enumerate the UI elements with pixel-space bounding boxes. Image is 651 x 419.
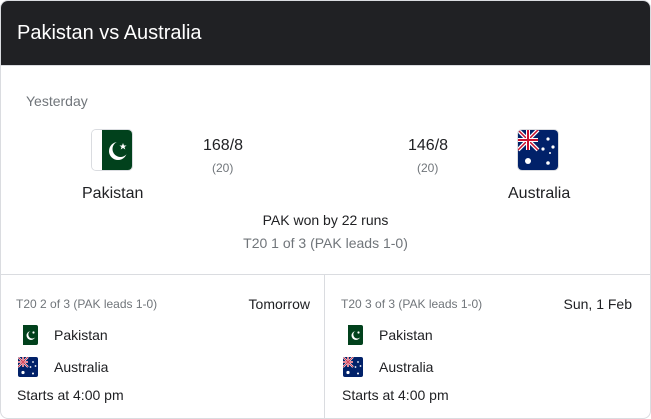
last-match-panel[interactable]: Yesterday Pakistan 168/8 (20) 146/8 (20) (1, 66, 650, 275)
fixture-date: Sun, 1 Feb (563, 296, 633, 312)
team2-score: 146/8 (408, 137, 449, 154)
fixture-date: Tomorrow (248, 296, 310, 312)
australia-flag-icon (18, 357, 38, 377)
fixture-start-time: Starts at 4:00 pm (17, 387, 124, 403)
team2-overs: (20) (417, 161, 439, 175)
team1-overs: (20) (212, 161, 234, 175)
fixture-series: T20 2 of 3 (PAK leads 1-0) (16, 297, 158, 311)
card-header: Pakistan vs Australia (1, 1, 650, 66)
match-title[interactable]: Pakistan vs Australia (17, 22, 202, 45)
fixture-card[interactable]: T20 3 of 3 (PAK leads 1-0) Sun, 1 Feb Pa… (325, 275, 648, 418)
fixture-team1-name: Pakistan (54, 327, 108, 343)
pakistan-flag-icon (18, 325, 38, 345)
fixture-team2-name: Australia (379, 359, 434, 375)
match-result: PAK won by 22 runs (262, 212, 389, 228)
pakistan-flag-icon (343, 325, 363, 345)
team1-name[interactable]: Pakistan (82, 185, 143, 203)
match-card: Pakistan vs Australia Yesterday Pakistan… (0, 0, 651, 419)
team1-score: 168/8 (203, 137, 244, 154)
match-date-label: Yesterday (26, 93, 88, 109)
fixture-card[interactable]: T20 2 of 3 (PAK leads 1-0) Tomorrow Paki… (1, 275, 324, 418)
australia-flag-icon (518, 130, 558, 170)
series-status: T20 1 of 3 (PAK leads 1-0) (243, 235, 408, 251)
australia-flag-icon (343, 357, 363, 377)
team2-name[interactable]: Australia (508, 185, 570, 203)
fixture-team2-name: Australia (54, 359, 109, 375)
fixture-start-time: Starts at 4:00 pm (342, 387, 449, 403)
pakistan-flag-icon (92, 130, 132, 170)
fixture-series: T20 3 of 3 (PAK leads 1-0) (341, 297, 483, 311)
upcoming-fixtures: T20 2 of 3 (PAK leads 1-0) Tomorrow Paki… (1, 275, 650, 418)
fixture-team1-name: Pakistan (379, 327, 433, 343)
